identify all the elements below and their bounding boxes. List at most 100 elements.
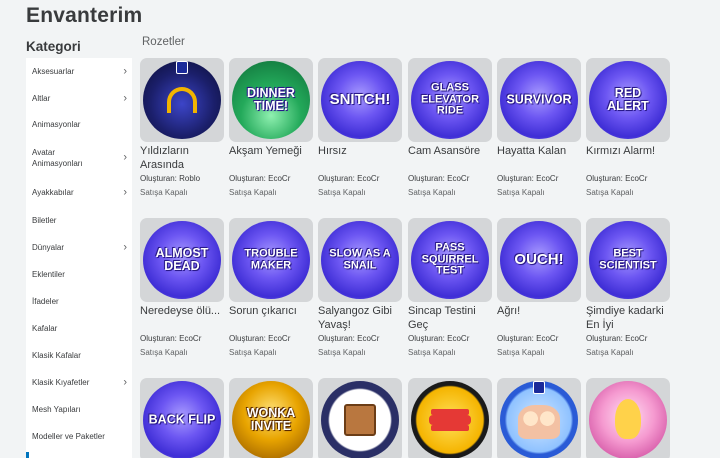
badge-name[interactable]: Yıldızların Arasında — [140, 144, 224, 172]
badge-name[interactable]: Kırmızı Alarm! — [586, 144, 670, 172]
creator-name[interactable]: EcoCr — [357, 174, 379, 183]
badge-card[interactable]: ALMOST DEAD Neredeyse ölü... Oluşturan: Ec… — [140, 218, 224, 358]
sidebar-item[interactable]: Kafalar — [26, 323, 132, 334]
sidebar-item[interactable]: Klasik Kıyafetler › — [26, 377, 132, 388]
badge-thumbnail[interactable] — [318, 378, 402, 458]
badge-creator: Oluşturan: EcoCr — [318, 333, 402, 344]
sidebar-item-label: Modeller ve Paketler — [32, 432, 105, 441]
badge-name[interactable]: Hayatta Kalan — [497, 144, 581, 172]
sidebar-item-label: Ayakkabılar — [32, 188, 74, 197]
badge-card[interactable]: OUCH! Ağrı! Oluşturan: EcoCr Satışa Kapalı — [497, 218, 581, 358]
badge-thumbnail[interactable]: BEST SCIENTIST — [586, 218, 670, 302]
badge-card[interactable]: PASS SQUIRREL TEST Sincap Testini Geç Oluş… — [408, 218, 492, 358]
sidebar-item[interactable]: Dünyalar › — [26, 242, 132, 253]
badge-name[interactable]: Akşam Yemeği — [229, 144, 313, 172]
creator-prefix: Oluşturan: — [318, 334, 355, 343]
sidebar-item[interactable]: Aksesuarlar › — [26, 66, 132, 77]
badge-thumbnail[interactable] — [140, 58, 224, 142]
badge-card[interactable]: SNITCH! Hırsız Oluşturan: EcoCr Satışa Kapa… — [318, 58, 402, 198]
badge-thumbnail[interactable]: TROUBLE MAKER — [229, 218, 313, 302]
badge-art-text: RED ALERT — [607, 85, 649, 113]
sidebar-item-label: Klasik Kafalar — [32, 351, 81, 360]
badge-thumbnail[interactable]: ALMOST DEAD — [140, 218, 224, 302]
badge-thumbnail[interactable]: SLOW AS A SNAIL — [318, 218, 402, 302]
badge-name[interactable]: Ağrı! — [497, 304, 581, 332]
sidebar-item[interactable]: Avatar Animasyonları › — [26, 147, 132, 169]
badge-name[interactable]: Hırsız — [318, 144, 402, 172]
badge-thumbnail[interactable]: SURVIVOR — [497, 58, 581, 142]
sidebar-item[interactable]: Eklentiler — [26, 269, 132, 280]
badge-card[interactable]: BACK FLIP — [140, 378, 224, 458]
creator-name[interactable]: EcoCr — [179, 334, 201, 343]
badge-image: BACK FLIP — [143, 381, 221, 458]
hunt-event-icon — [176, 61, 188, 74]
badge-name[interactable]: Şimdiye kadarki En İyi — [586, 304, 670, 332]
badge-creator: Oluşturan: EcoCr — [318, 173, 402, 184]
creator-name[interactable]: EcoCr — [447, 174, 469, 183]
creator-prefix: Oluşturan: — [497, 334, 534, 343]
badge-creator: Oluşturan: EcoCr — [586, 173, 670, 184]
creator-name[interactable]: Roblo — [179, 174, 200, 183]
badge-card[interactable]: SURVIVOR Hayatta Kalan Oluşturan: EcoCr Sat… — [497, 58, 581, 198]
badge-thumbnail[interactable]: SNITCH! — [318, 58, 402, 142]
creator-prefix: Oluşturan: — [229, 334, 266, 343]
badge-name[interactable]: Cam Asansöre — [408, 144, 492, 172]
badge-name[interactable]: Sincap Testini Geç — [408, 304, 492, 332]
creator-name[interactable]: EcoCr — [357, 334, 379, 343]
badge-name[interactable]: Sorun çıkarıcı — [229, 304, 313, 332]
badge-card[interactable]: WONKA INVITE — [229, 378, 313, 458]
sidebar-item[interactable]: Modeller ve Paketler — [26, 431, 132, 442]
section-label: Rozetler — [142, 36, 185, 48]
sidebar-item[interactable]: Animasyonlar — [26, 119, 132, 130]
badge-thumbnail[interactable]: PASS SQUIRREL TEST — [408, 218, 492, 302]
badge-card[interactable]: Yıldızların Arasında Oluşturan: Roblo Satı… — [140, 58, 224, 198]
badge-thumbnail[interactable] — [586, 378, 670, 458]
badge-status: Satışa Kapalı — [586, 188, 634, 197]
badge-card[interactable]: SLOW AS A SNAIL Salyangoz Gibi Yavaş! Oluş… — [318, 218, 402, 358]
badge-thumbnail[interactable]: OUCH! — [497, 218, 581, 302]
badge-art-text: BACK FLIP — [148, 412, 216, 427]
sidebar-item[interactable]: Klasik Kafalar — [26, 350, 132, 361]
badge-thumbnail[interactable]: BACK FLIP — [140, 378, 224, 458]
badge-card[interactable] — [408, 378, 492, 458]
sidebar-item-label: İfadeler — [32, 297, 59, 306]
badge-name[interactable]: Salyangoz Gibi Yavaş! — [318, 304, 402, 332]
badge-thumbnail[interactable]: RED ALERT — [586, 58, 670, 142]
badge-creator: Oluşturan: EcoCr — [586, 333, 670, 344]
badge-art-text: DINNER TIME! — [247, 85, 295, 113]
badge-card[interactable] — [586, 378, 670, 458]
sidebar-item-label: Biletler — [32, 216, 57, 225]
badge-thumbnail[interactable]: GLASS ELEVATOR RIDE — [408, 58, 492, 142]
badge-thumbnail[interactable]: WONKA INVITE — [229, 378, 313, 458]
sidebar-item[interactable]: İfadeler — [26, 296, 132, 307]
badge-thumbnail[interactable] — [408, 378, 492, 458]
page-title: Envanterim — [26, 4, 143, 27]
sidebar-item[interactable]: Biletler — [26, 215, 132, 226]
badge-status: Satışa Kapalı — [229, 348, 277, 357]
badge-name[interactable]: Neredeyse ölü... — [140, 304, 224, 332]
sidebar-item-label: Klasik Kıyafetler — [32, 378, 90, 387]
creator-name[interactable]: EcoCr — [625, 334, 647, 343]
badge-thumbnail[interactable] — [497, 378, 581, 458]
creator-name[interactable]: EcoCr — [447, 334, 469, 343]
badge-card[interactable] — [497, 378, 581, 458]
badge-thumbnail[interactable]: DINNER TIME! — [229, 58, 313, 142]
creator-name[interactable]: EcoCr — [536, 174, 558, 183]
badge-art-text: GLASS ELEVATOR RIDE — [420, 81, 480, 117]
creator-name[interactable]: EcoCr — [268, 334, 290, 343]
badge-status: Satışa Kapalı — [586, 348, 634, 357]
sidebar-item[interactable]: Mesh Yapıları — [26, 404, 132, 415]
badge-card[interactable]: GLASS ELEVATOR RIDE Cam Asansöre Oluşturan… — [408, 58, 492, 198]
badge-card[interactable]: RED ALERT Kırmızı Alarm! Oluşturan: EcoCr S… — [586, 58, 670, 198]
sidebar-item[interactable]: Ayakkabılar › — [26, 187, 132, 198]
creator-name[interactable]: EcoCr — [268, 174, 290, 183]
creator-name[interactable]: EcoCr — [625, 174, 647, 183]
badge-card[interactable]: BEST SCIENTIST Şimdiye kadarki En İyi Oluş… — [586, 218, 670, 358]
badge-card[interactable]: TROUBLE MAKER Sorun çıkarıcı Oluşturan: Ec… — [229, 218, 313, 358]
badge-card[interactable]: DINNER TIME! Akşam Yemeği Oluşturan: EcoCr… — [229, 58, 313, 198]
badge-creator: Oluşturan: EcoCr — [497, 333, 581, 344]
badge-card[interactable] — [318, 378, 402, 458]
sidebar-item[interactable]: Altlar › — [26, 93, 132, 104]
creator-name[interactable]: EcoCr — [536, 334, 558, 343]
badge-image: ALMOST DEAD — [143, 221, 221, 299]
